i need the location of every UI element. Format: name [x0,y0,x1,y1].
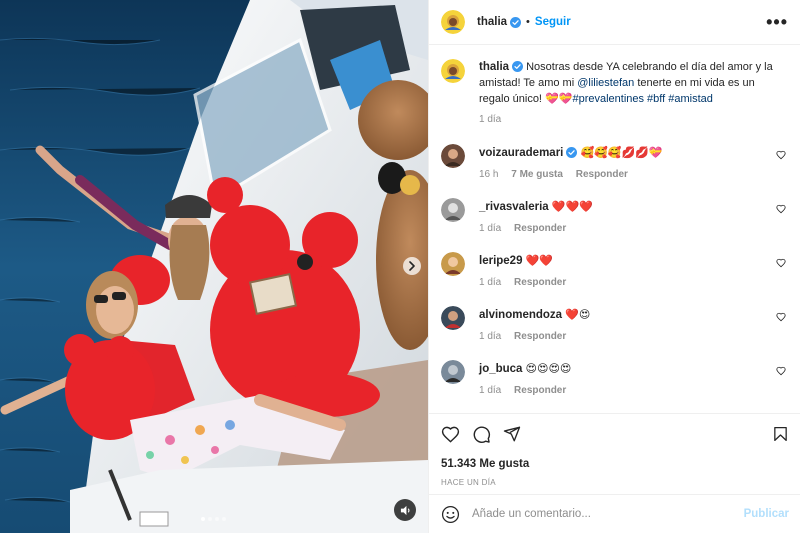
reply-button[interactable]: Responder [514,385,566,396]
share-button[interactable] [503,425,521,443]
speaker-icon [400,505,409,515]
comment-text: 🥰🥰🥰💋💋💝 [580,147,663,159]
comment-meta: 1 día Responder [479,223,779,234]
add-comment-bar: Publicar [429,494,800,533]
sound-toggle-button[interactable] [394,499,416,521]
comment-text: ❤️😍 [565,309,591,321]
carousel-dot [208,517,212,521]
comment-bubble-icon [473,426,491,443]
avatar[interactable] [441,198,465,222]
hashtag-links[interactable]: #prevalentines #bff #amistad [572,93,712,105]
emoji-picker-button[interactable] [441,505,460,524]
post-photo [0,0,428,533]
like-comment-heart-icon[interactable] [776,204,786,214]
reply-button[interactable]: Responder [514,223,566,234]
comment-likes[interactable]: 7 Me gusta [511,169,563,180]
carousel-dots [201,517,226,521]
author-username[interactable]: thalia [477,16,507,28]
chevron-right-icon [409,261,415,271]
comment-username[interactable]: _rivasvaleria [479,201,549,213]
post-media[interactable] [0,0,428,533]
reply-button[interactable]: Responder [514,331,566,342]
comment-item: jo_buca 😍😍😍😍 1 día Responder [441,360,788,396]
caption-username[interactable]: thalia [479,61,509,73]
caption-time[interactable]: 1 día [479,114,501,125]
comment-time[interactable]: 1 día [479,331,501,342]
comment-username[interactable]: voizaurademari [479,147,563,159]
comment-meta: 1 día Responder [479,331,779,342]
carousel-dot [222,517,226,521]
like-comment-heart-icon[interactable] [776,258,786,268]
reply-button[interactable]: Responder [514,277,566,288]
avatar[interactable] [441,59,465,83]
post-timestamp[interactable]: HACE UN DÍA [441,478,789,487]
verified-badge-icon [510,16,522,28]
more-options-icon[interactable]: ••• [766,13,788,31]
like-button[interactable] [441,425,460,444]
heart-icon [441,426,460,443]
next-slide-button[interactable] [403,257,421,275]
post-header: thalia • Seguir ••• [429,0,800,45]
comment-text: ❤️❤️ [525,255,553,267]
comment-button[interactable] [472,425,491,444]
caption-emoji: 💝💝 [545,93,573,105]
bookmark-icon [774,426,787,442]
comment-time[interactable]: 1 día [479,385,501,396]
comment-username[interactable]: jo_buca [479,363,522,375]
carousel-dot [215,517,219,521]
comment-item: leripe29 ❤️❤️ 1 día Responder [441,252,788,288]
comment-meta: 1 día Responder [479,277,779,288]
like-comment-heart-icon[interactable] [776,366,786,376]
like-comment-heart-icon[interactable] [776,150,786,160]
comment-input[interactable] [472,508,744,520]
likes-count[interactable]: 51.343 Me gusta [441,458,789,470]
post-actions: 51.343 Me gusta HACE UN DÍA [429,413,800,487]
comment-username[interactable]: leripe29 [479,255,522,267]
comment-item: voizaurademari 🥰🥰🥰💋💋💝 16 h 7 Me gusta Re… [441,144,788,180]
comment-item: alvinomendoza ❤️😍 1 día Responder [441,306,788,342]
comments-list[interactable]: thalia Nosotras desde YA celebrando el d… [429,45,800,412]
comment-text: ❤️❤️❤️ [551,201,593,213]
like-comment-heart-icon[interactable] [776,312,786,322]
carousel-dot [201,517,205,521]
avatar[interactable] [441,10,465,34]
paper-plane-icon [503,426,521,442]
comment-item: _rivasvaleria ❤️❤️❤️ 1 día Responder [441,198,788,234]
comment-time[interactable]: 16 h [479,169,498,180]
post-sidebar: thalia • Seguir ••• thalia Nosotras desd… [428,0,800,533]
avatar[interactable] [441,252,465,276]
mention-link[interactable]: @liliestefan [577,77,634,89]
comment-meta: 1 día Responder [479,385,779,396]
save-button[interactable] [772,425,789,443]
smiley-face-icon [441,505,460,523]
post-caption: thalia Nosotras desde YA celebrando el d… [441,59,788,125]
caption-text: thalia Nosotras desde YA celebrando el d… [479,59,779,107]
follow-button[interactable]: Seguir [535,16,571,28]
reply-button[interactable]: Responder [576,169,628,180]
comment-time[interactable]: 1 día [479,223,501,234]
avatar[interactable] [441,144,465,168]
comment-username[interactable]: alvinomendoza [479,309,562,321]
verified-badge-icon [512,61,524,72]
avatar[interactable] [441,360,465,384]
separator-dot: • [526,16,530,28]
comment-time[interactable]: 1 día [479,277,501,288]
avatar[interactable] [441,306,465,330]
verified-badge-icon [566,147,578,158]
caption-meta: 1 día [479,114,779,125]
comment-meta: 16 h 7 Me gusta Responder [479,169,779,180]
comment-text: 😍😍😍😍 [525,363,572,375]
publish-button[interactable]: Publicar [744,508,789,520]
